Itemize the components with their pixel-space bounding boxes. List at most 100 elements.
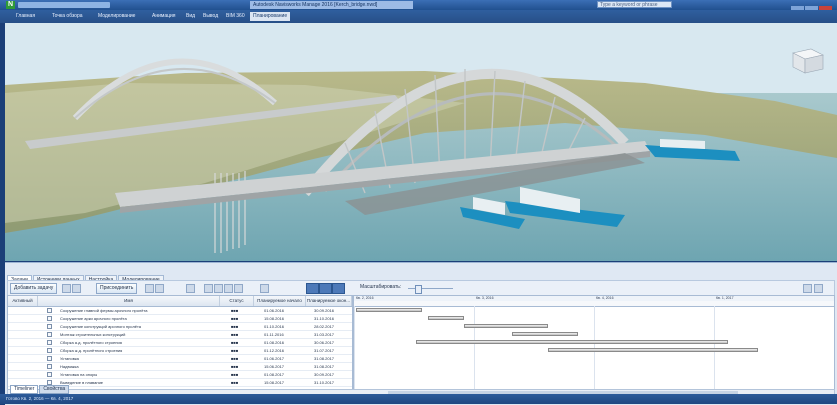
unlink-icon[interactable] <box>234 284 243 293</box>
gantt-gridline <box>474 306 475 389</box>
active-checkbox[interactable] <box>47 316 52 321</box>
task-status: ■■■ <box>231 308 239 313</box>
delete-task-icon[interactable] <box>62 284 71 293</box>
link-icon[interactable] <box>224 284 233 293</box>
table-row[interactable]: Сборка ж.д. пролётного строения ■■■ 01.12.… <box>8 347 352 355</box>
help-icon[interactable] <box>814 284 823 293</box>
task-name: Сборка ж.д. пролётного строения <box>60 348 123 353</box>
tab-bim360[interactable]: BIM 360 <box>226 13 245 20</box>
tab-viewpoint[interactable]: Точка обзора <box>52 13 83 20</box>
view-both-icon[interactable] <box>332 283 345 294</box>
gantt-chart[interactable]: Кв. 2, 2016 Кв. 3, 2016 Кв. 4, 2016 Кв. 1, … <box>353 295 835 390</box>
task-status: ■■■ <box>231 356 239 361</box>
bottom-tabs: Timeliner Свойства <box>10 385 70 394</box>
gantt-bar[interactable] <box>464 324 548 328</box>
ribbon-tabs: Главная Точка обзора Моделирование Анима… <box>0 10 837 23</box>
view-grid-icon[interactable] <box>306 283 319 294</box>
gantt-gridline <box>834 306 835 389</box>
indent-icon[interactable] <box>72 284 81 293</box>
table-row[interactable]: Сборка а.д. пролётного строения ■■■ 01.08.… <box>8 339 352 347</box>
table-row[interactable]: Сооружение арки арочного пролёта ■■■ 15.08… <box>8 315 352 323</box>
navisworks-logo-icon[interactable]: N <box>6 1 15 9</box>
task-start: 01.06.2016 <box>264 308 285 313</box>
task-end: 28.02.2017 <box>314 324 335 329</box>
task-start: 01.11.2016 <box>264 332 284 337</box>
active-checkbox[interactable] <box>47 308 52 313</box>
task-name: Установка <box>60 356 79 361</box>
table-row[interactable]: Установка ■■■ 01.06.2017 31.08.2017 <box>8 355 352 363</box>
task-end: 31.08.2017 <box>314 356 335 361</box>
viewcube-icon[interactable] <box>792 48 824 74</box>
active-checkbox[interactable] <box>47 332 52 337</box>
tab-properties[interactable]: Свойства <box>39 385 70 394</box>
tab-review[interactable]: Моделирование <box>98 13 135 20</box>
task-status: ■■■ <box>231 348 239 353</box>
active-checkbox[interactable] <box>47 340 52 345</box>
col-status[interactable]: Статус <box>220 296 254 306</box>
title-bar: N Autodesk Navisworks Manage 2016 [Kerch… <box>0 0 837 14</box>
tab-timeliner[interactable]: Планирование <box>250 12 291 21</box>
task-status: ■■■ <box>231 324 239 329</box>
active-checkbox[interactable] <box>47 372 52 377</box>
active-checkbox[interactable] <box>47 356 52 361</box>
import-icon[interactable] <box>214 284 223 293</box>
table-row[interactable]: Сооружение конструкций арочного пролёта ■… <box>8 323 352 331</box>
gantt-bar[interactable] <box>428 316 464 320</box>
bridge-scene <box>5 23 837 261</box>
gantt-bar[interactable] <box>416 340 728 344</box>
table-row[interactable]: Надвижка ■■■ 15.06.2017 31.08.2017 <box>8 363 352 371</box>
status-text: Готово Кв. 2, 2016 — Кв. 4, 2017 <box>6 396 74 401</box>
add-task-button[interactable]: Добавить задачу <box>10 283 58 294</box>
col-name[interactable]: Имя <box>38 296 220 306</box>
search-input[interactable]: Type a keyword or phrase <box>597 1 672 8</box>
task-grid: Активный Имя Статус Планируемое начало П… <box>7 295 353 390</box>
task-status: ■■■ <box>231 332 239 337</box>
task-end: 30.09.2016 <box>314 308 335 313</box>
export-icon[interactable] <box>204 284 213 293</box>
task-start: 01.08.2016 <box>264 340 285 345</box>
view-gantt-icon[interactable] <box>319 283 332 294</box>
task-start: 01.10.2016 <box>264 324 285 329</box>
task-status: ■■■ <box>231 340 239 345</box>
gantt-bar[interactable] <box>548 348 758 352</box>
gantt-gridline <box>354 306 355 389</box>
task-start: 15.08.2016 <box>264 316 285 321</box>
table-row[interactable]: Сооружение главной фермы арочного пролёт… <box>8 307 352 315</box>
table-row[interactable]: Установка на опоры ■■■ 01.08.2017 30.09.201… <box>8 371 352 379</box>
tab-animation[interactable]: Анимация <box>152 13 175 20</box>
task-end: 30.06.2017 <box>314 340 335 345</box>
table-row[interactable]: Монтаж строительных конструкций ■■■ 01.11.… <box>8 331 352 339</box>
task-end: 31.10.2017 <box>314 380 335 385</box>
task-start: 15.08.2017 <box>264 380 285 385</box>
settings-icon[interactable] <box>803 284 812 293</box>
zoom-label: Масштабировать: <box>360 284 402 290</box>
active-checkbox[interactable] <box>47 324 52 329</box>
3d-viewport[interactable] <box>5 23 837 261</box>
tab-view[interactable]: Вид <box>186 13 195 20</box>
gantt-bar[interactable] <box>512 332 578 336</box>
zoom-slider-knob[interactable] <box>415 285 422 294</box>
active-checkbox[interactable] <box>47 348 52 353</box>
task-status: ■■■ <box>231 364 239 369</box>
task-start: 01.06.2017 <box>264 356 285 361</box>
col-planned-start[interactable]: Планируемое начало <box>254 296 306 306</box>
auto-attach-icon[interactable] <box>145 284 154 293</box>
columns-icon[interactable] <box>186 284 195 293</box>
task-name: Сооружение арки арочного пролёта <box>60 316 127 321</box>
col-planned-end[interactable]: Планируемое окон... <box>306 296 352 306</box>
gantt-settings-icon[interactable] <box>260 284 269 293</box>
task-status: ■■■ <box>231 372 239 377</box>
gantt-bar[interactable] <box>356 308 422 312</box>
tab-output[interactable]: Вывод <box>203 13 218 20</box>
filter-icon[interactable] <box>155 284 164 293</box>
col-active[interactable]: Активный <box>8 296 38 306</box>
attach-button[interactable]: Присоединить <box>96 283 138 294</box>
task-name: Сборка а.д. пролётного строения <box>60 340 122 345</box>
quick-access-toolbar[interactable] <box>18 2 110 8</box>
tab-timeliner-bottom[interactable]: Timeliner <box>10 385 39 394</box>
task-end: 31.07.2017 <box>314 348 335 353</box>
active-checkbox[interactable] <box>47 364 52 369</box>
task-end: 31.10.2016 <box>314 316 335 321</box>
task-status: ■■■ <box>231 380 239 385</box>
tab-home[interactable]: Главная <box>16 13 35 20</box>
